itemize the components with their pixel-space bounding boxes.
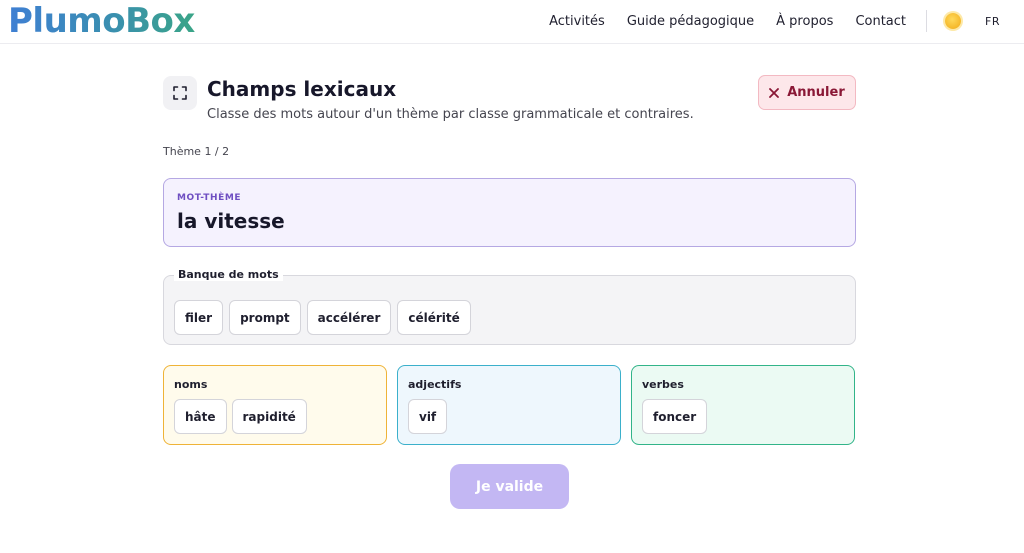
- logo[interactable]: PlumoBox: [8, 0, 195, 42]
- fullscreen-icon: [173, 86, 187, 100]
- word-chip[interactable]: accélérer: [306, 300, 392, 335]
- word-chip[interactable]: prompt: [229, 300, 301, 335]
- close-icon: [769, 87, 780, 98]
- top-bar: PlumoBox Activités Guide pédagogique À p…: [0, 0, 1024, 44]
- word-chip[interactable]: filer: [174, 300, 224, 335]
- page-subtitle: Classe des mots autour d'un thème par cl…: [207, 107, 694, 122]
- category-verbes[interactable]: verbes foncer: [631, 365, 855, 445]
- theme-card: MOT-THÈME la vitesse: [163, 178, 856, 247]
- sun-icon[interactable]: [945, 13, 962, 29]
- theme-label: MOT-THÈME: [177, 193, 242, 203]
- category-adjectifs[interactable]: adjectifs vif: [397, 365, 621, 445]
- word-chip[interactable]: foncer: [642, 399, 708, 434]
- submit-button[interactable]: Je valide: [450, 464, 569, 509]
- nav-divider: [926, 10, 928, 32]
- word-chip[interactable]: hâte: [174, 399, 227, 434]
- category-chips: vif: [408, 399, 448, 434]
- cancel-label: Annuler: [787, 85, 845, 100]
- word-bank-label: Banque de mots: [174, 268, 283, 281]
- language-switch[interactable]: FR: [985, 15, 1000, 28]
- word-bank-chips: filer prompt accélérer célérité: [174, 300, 471, 335]
- progress-indicator: Thème 1 / 2: [163, 145, 230, 158]
- nav-guide[interactable]: Guide pédagogique: [627, 14, 754, 29]
- main-nav: Activités Guide pédagogique À propos Con…: [549, 0, 1024, 42]
- word-chip[interactable]: rapidité: [231, 399, 307, 434]
- nav-activites[interactable]: Activités: [549, 14, 605, 29]
- word-chip[interactable]: vif: [408, 399, 448, 434]
- category-label: adjectifs: [408, 378, 462, 391]
- page-title: Champs lexicaux: [207, 77, 397, 101]
- word-bank: Banque de mots filer prompt accélérer cé…: [163, 268, 856, 345]
- category-chips: hâte rapidité: [174, 399, 307, 434]
- nav-contact[interactable]: Contact: [855, 14, 906, 29]
- category-noms[interactable]: noms hâte rapidité: [163, 365, 387, 445]
- category-zones: noms hâte rapidité adjectifs vif verbes …: [163, 365, 856, 445]
- category-chips: foncer: [642, 399, 708, 434]
- category-label: verbes: [642, 378, 684, 391]
- cancel-button[interactable]: Annuler: [758, 75, 856, 110]
- category-label: noms: [174, 378, 208, 391]
- exercise-header: Champs lexicaux Classe des mots autour d…: [163, 74, 856, 134]
- exercise-panel: Champs lexicaux Classe des mots autour d…: [163, 74, 856, 509]
- theme-word: la vitesse: [177, 209, 285, 233]
- nav-a-propos[interactable]: À propos: [776, 14, 833, 29]
- word-chip[interactable]: célérité: [397, 300, 471, 335]
- fullscreen-button[interactable]: [163, 76, 197, 110]
